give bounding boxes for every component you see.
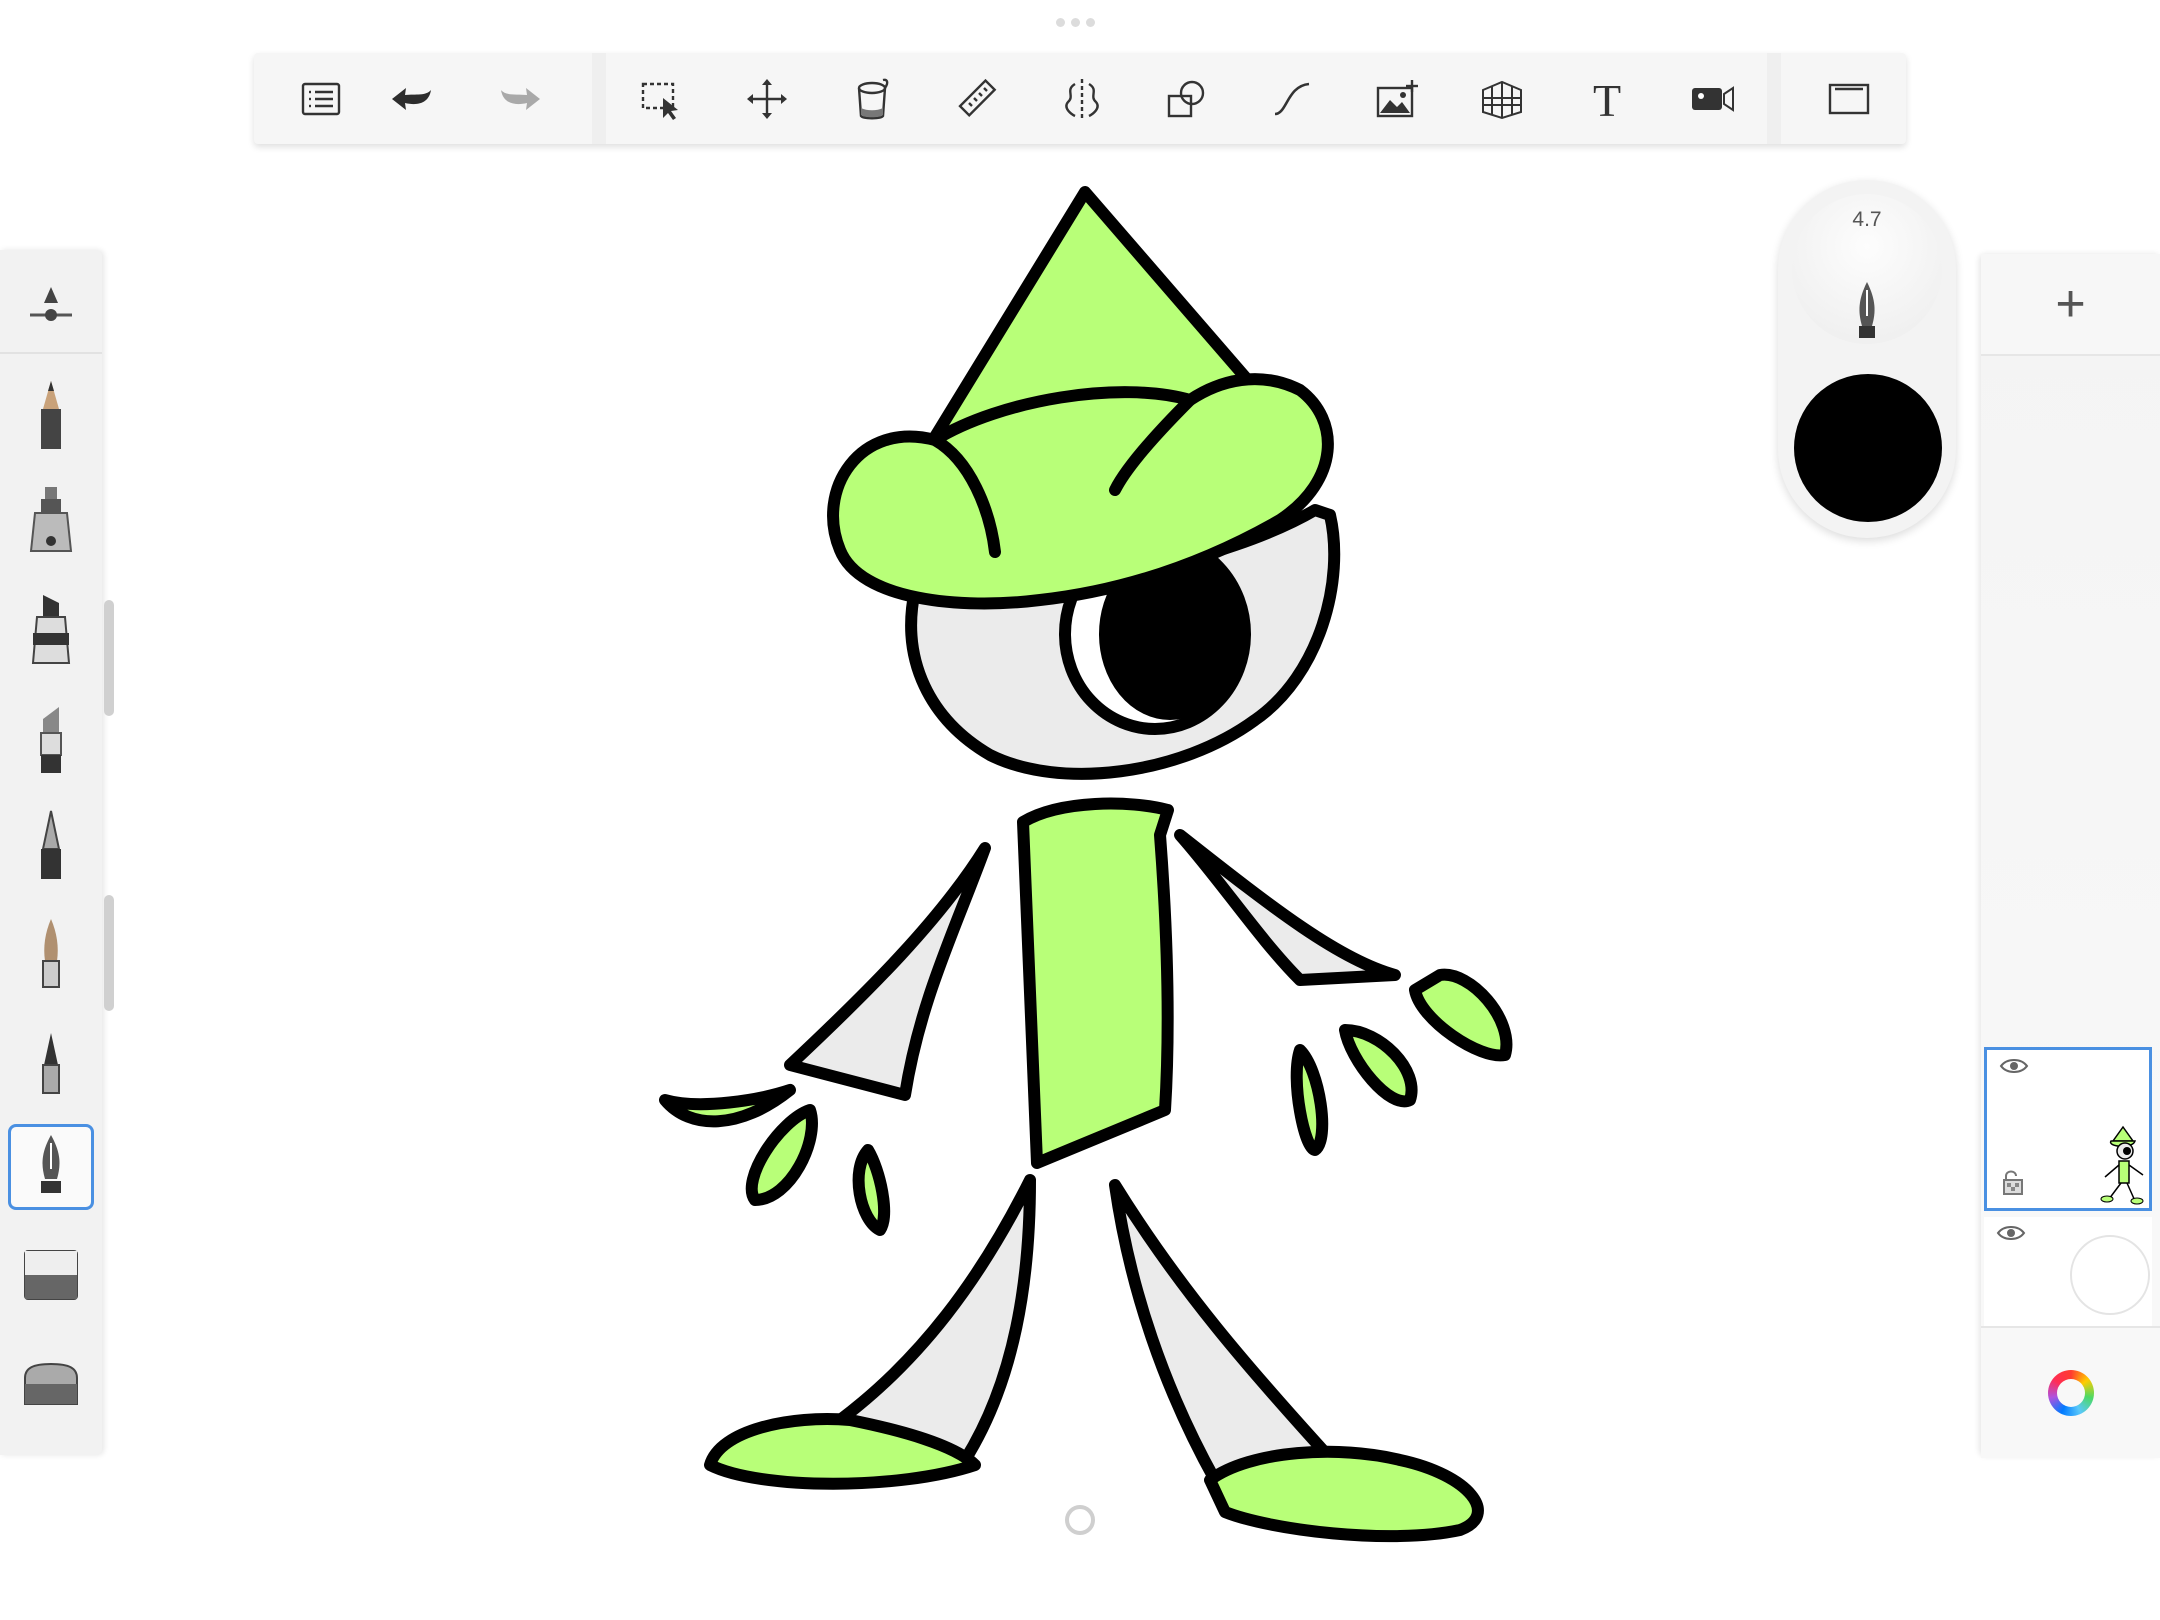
character-left-finger — [659, 1084, 796, 1128]
color-wheel-icon[interactable] — [2047, 1370, 2094, 1416]
layer-1[interactable] — [1984, 1047, 2152, 1211]
layers-panel: + — [1981, 254, 2160, 1458]
color-editor-row — [1981, 1326, 2160, 1458]
eye-icon[interactable] — [1999, 1056, 2029, 1076]
character-right-leg — [1109, 1179, 1336, 1486]
brush-puck: 4.7 — [1778, 180, 1956, 538]
layer-thumbnail — [2100, 1125, 2144, 1205]
lock-icon[interactable] — [2001, 1168, 2025, 1196]
character-right-finger — [1290, 1044, 1329, 1156]
eye-icon[interactable] — [1996, 1223, 2026, 1243]
character-right-arm — [1174, 829, 1401, 986]
background-color-swatch[interactable] — [2070, 1235, 2150, 1315]
character-right-finger — [1339, 1024, 1418, 1108]
canvas-rotation-indicator — [1065, 1505, 1095, 1535]
add-layer-button[interactable]: + — [1981, 254, 2160, 356]
character-right-finger — [1409, 968, 1513, 1062]
character-left-finger — [745, 1104, 818, 1206]
character-left-arm — [784, 842, 991, 1101]
character-right-foot — [1204, 1445, 1484, 1543]
character-torso — [1017, 797, 1174, 1169]
current-color-swatch[interactable] — [1794, 374, 1942, 522]
character-left-finger — [852, 1144, 891, 1236]
add-layer-label: + — [2055, 275, 2086, 333]
fountain-pen-icon — [1859, 282, 1875, 338]
brush-size-value: 4.7 — [1852, 208, 1882, 231]
